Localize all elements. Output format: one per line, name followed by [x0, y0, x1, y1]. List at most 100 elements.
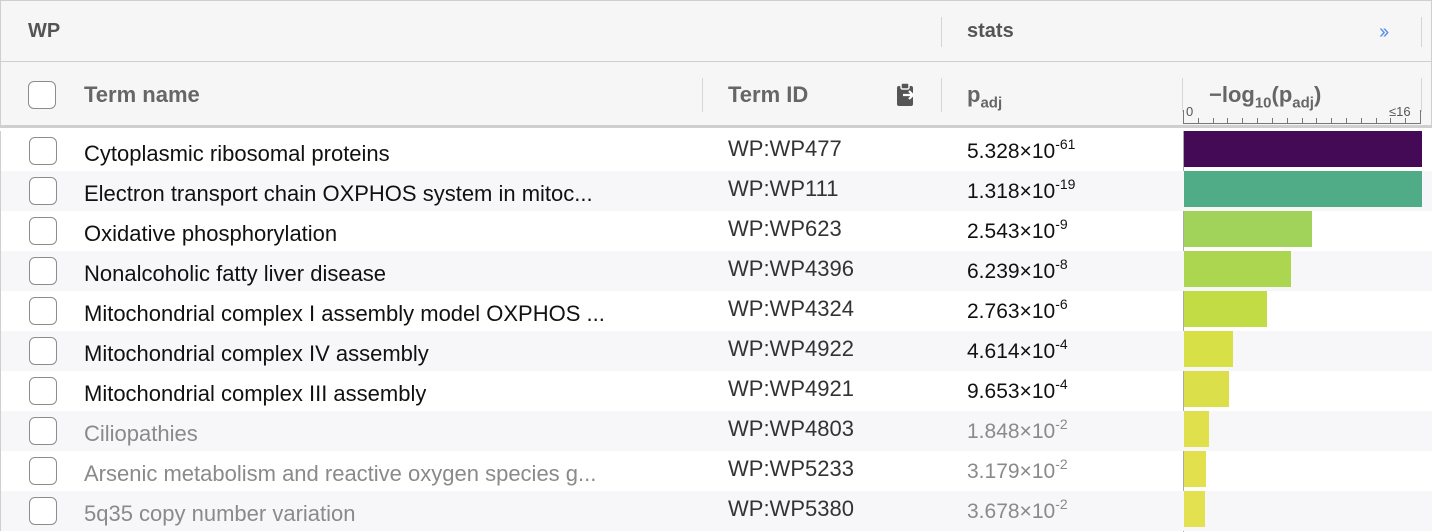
bar-axis: 0 ≤16: [1183, 104, 1421, 124]
row-checkbox[interactable]: [29, 217, 57, 245]
axis-tick: [1346, 118, 1347, 124]
select-all-checkbox[interactable]: [28, 81, 56, 109]
term-id-cell[interactable]: WP:WP5233: [728, 456, 854, 482]
padj-cell: 2.763×10-6: [967, 296, 1068, 324]
axis-tick: [1287, 118, 1288, 124]
significance-bar[interactable]: [1184, 291, 1267, 327]
term-id-cell[interactable]: WP:WP4324: [728, 296, 854, 322]
double-chevron-right-icon[interactable]: ››: [1379, 21, 1389, 44]
term-name-cell[interactable]: Mitochondrial complex III assembly: [84, 381, 426, 407]
header-divider-right: [1421, 17, 1422, 47]
significance-bar[interactable]: [1184, 451, 1206, 487]
log-sub: 10: [1254, 94, 1272, 112]
log-close: ): [1313, 82, 1322, 107]
significance-bar[interactable]: [1184, 331, 1233, 367]
term-name-cell[interactable]: Ciliopathies: [84, 421, 198, 447]
padj-mantissa: 1.848×10: [967, 420, 1056, 443]
table-row[interactable]: 5q35 copy number variation WP:WP5380 3.678…: [0, 491, 1432, 531]
row-checkbox[interactable]: [29, 457, 57, 485]
column-divider: [1182, 78, 1183, 112]
term-id-cell[interactable]: WP:WP477: [728, 136, 842, 162]
term-name-cell[interactable]: Mitochondrial complex IV assembly: [84, 341, 429, 367]
row-checkbox[interactable]: [29, 497, 57, 525]
padj-exponent: -2: [1055, 496, 1068, 512]
padj-cell: 2.543×10-9: [967, 216, 1068, 244]
significance-bar[interactable]: [1184, 371, 1229, 407]
padj-cell: 1.318×10-19: [967, 176, 1075, 204]
log-main: −log: [1209, 82, 1255, 107]
term-id-cell[interactable]: WP:WP111: [728, 176, 838, 202]
table-row[interactable]: Arsenic metabolism and reactive oxygen s…: [0, 451, 1432, 491]
significance-bar[interactable]: [1184, 211, 1312, 247]
padj-exponent: -8: [1055, 256, 1068, 272]
padj-cell: 1.848×10-2: [967, 416, 1068, 444]
axis-tick: [1376, 118, 1377, 124]
padj-exponent: -2: [1055, 456, 1068, 472]
axis-tick: [1183, 110, 1184, 124]
axis-tick: [1420, 110, 1421, 124]
padj-mantissa: 1.318×10: [967, 180, 1056, 203]
table-row[interactable]: Ciliopathies WP:WP4803 1.848×10-2: [0, 411, 1432, 451]
padj-header[interactable]: padj: [967, 82, 1002, 111]
row-checkbox[interactable]: [29, 297, 57, 325]
source-header: WP stats ››: [0, 0, 1432, 62]
significance-bar[interactable]: [1184, 171, 1422, 207]
term-id-cell[interactable]: WP:WP623: [728, 216, 842, 242]
row-checkbox[interactable]: [29, 417, 57, 445]
term-name-cell[interactable]: Nonalcoholic fatty liver disease: [84, 261, 386, 287]
term-name-header[interactable]: Term name: [84, 82, 200, 108]
axis-tick: [1213, 118, 1214, 124]
term-name-cell[interactable]: 5q35 copy number variation: [84, 501, 356, 527]
column-divider: [1421, 78, 1422, 112]
term-id-header[interactable]: Term ID: [728, 82, 808, 108]
axis-tick: [1331, 118, 1332, 124]
padj-mantissa: 6.239×10: [967, 260, 1056, 283]
term-id-cell[interactable]: WP:WP4922: [728, 336, 854, 362]
term-name-cell[interactable]: Mitochondrial complex I assembly model O…: [84, 301, 605, 327]
padj-mantissa: 2.543×10: [967, 220, 1056, 243]
header-divider: [941, 17, 942, 47]
table-row[interactable]: Mitochondrial complex IV assembly WP:WP49…: [0, 331, 1432, 371]
term-id-cell[interactable]: WP:WP5380: [728, 496, 854, 522]
axis-tick: [1227, 118, 1228, 124]
padj-exponent: -6: [1055, 296, 1068, 312]
axis-tick: [1302, 118, 1303, 124]
table-row[interactable]: Nonalcoholic fatty liver disease WP:WP439…: [0, 251, 1432, 291]
log-open: (p: [1271, 82, 1293, 107]
term-name-cell[interactable]: Cytoplasmic ribosomal proteins: [84, 141, 390, 167]
row-checkbox[interactable]: [29, 177, 57, 205]
padj-cell: 4.614×10-4: [967, 336, 1068, 364]
term-name-cell[interactable]: Arsenic metabolism and reactive oxygen s…: [84, 461, 596, 487]
row-checkbox[interactable]: [29, 337, 57, 365]
significance-bar[interactable]: [1184, 491, 1205, 527]
padj-exponent: -4: [1055, 336, 1068, 352]
padj-cell: 9.653×10-4: [967, 376, 1068, 404]
padj-exponent: -2: [1055, 416, 1068, 432]
term-name-cell[interactable]: Electron transport chain OXPHOS system i…: [84, 181, 593, 207]
padj-mantissa: 4.614×10: [967, 340, 1056, 363]
term-id-cell[interactable]: WP:WP4803: [728, 416, 854, 442]
table-row[interactable]: Cytoplasmic ribosomal proteins WP:WP477 5.…: [0, 131, 1432, 171]
table-row[interactable]: Oxidative phosphorylation WP:WP623 2.543×1…: [0, 211, 1432, 251]
term-name-cell[interactable]: Oxidative phosphorylation: [84, 221, 337, 247]
padj-exponent: -9: [1055, 216, 1068, 232]
axis-tick: [1257, 118, 1258, 124]
row-checkbox[interactable]: [29, 137, 57, 165]
row-checkbox[interactable]: [29, 377, 57, 405]
padj-cell: 6.239×10-8: [967, 256, 1068, 284]
term-id-cell[interactable]: WP:WP4921: [728, 376, 854, 402]
padj-mantissa: 3.678×10: [967, 500, 1056, 523]
term-id-cell[interactable]: WP:WP4396: [728, 256, 854, 282]
source-title: WP: [28, 20, 61, 42]
row-checkbox[interactable]: [29, 257, 57, 285]
clipboard-icon[interactable]: [895, 82, 917, 108]
significance-bar[interactable]: [1184, 131, 1422, 167]
table-row[interactable]: Mitochondrial complex I assembly model O…: [0, 291, 1432, 331]
axis-tick: [1272, 118, 1273, 124]
table-row[interactable]: Mitochondrial complex III assembly WP:WP4…: [0, 371, 1432, 411]
table-row[interactable]: Electron transport chain OXPHOS system i…: [0, 171, 1432, 211]
neglog-padj-header: −log10(padj): [1209, 82, 1321, 111]
axis-tick: [1316, 118, 1317, 124]
significance-bar[interactable]: [1184, 411, 1209, 447]
significance-bar[interactable]: [1184, 251, 1291, 287]
